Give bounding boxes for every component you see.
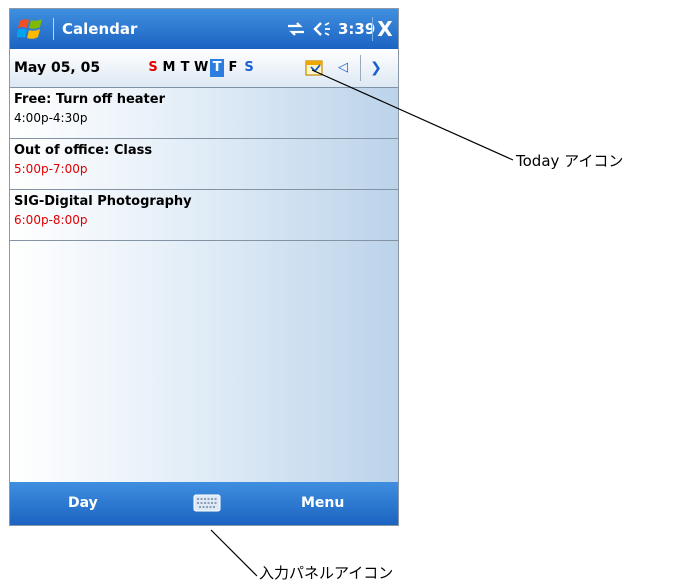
weekday-tuesday[interactable]: T bbox=[178, 59, 192, 77]
nav-divider bbox=[360, 55, 361, 81]
date-bar: May 05, 05 S M T W T F S ◁ ❯ bbox=[10, 49, 398, 88]
appointment-title: Free: Turn off heater bbox=[14, 92, 165, 107]
title-bar: Calendar 3:39 X bbox=[10, 9, 398, 49]
weekday-saturday[interactable]: S bbox=[242, 59, 256, 77]
weekday-sunday[interactable]: S bbox=[146, 59, 160, 77]
close-button[interactable]: X bbox=[372, 17, 397, 41]
pocket-pc-screen: Calendar 3:39 X May 05, 05 S M T W T F S bbox=[9, 8, 399, 526]
menu-softkey[interactable]: Menu bbox=[301, 482, 344, 525]
app-title: Calendar bbox=[62, 20, 138, 38]
menu-bar: Day Menu bbox=[10, 482, 398, 525]
clock[interactable]: 3:39 bbox=[338, 20, 375, 38]
previous-week-icon[interactable]: ◁ bbox=[335, 58, 351, 78]
keyboard-icon[interactable] bbox=[193, 494, 221, 512]
input-panel-icon-callout: 入力パネルアイコン bbox=[259, 564, 394, 582]
windows-flag-icon bbox=[17, 19, 42, 39]
next-week-icon[interactable]: ❯ bbox=[368, 58, 384, 78]
weekday-friday[interactable]: F bbox=[226, 59, 240, 77]
start-menu-button[interactable] bbox=[10, 9, 52, 49]
appointment-item[interactable]: SIG-Digital Photography 6:00p-8:00p bbox=[10, 190, 398, 241]
appointment-time: 4:00p-4:30p bbox=[14, 111, 88, 125]
weekday-monday[interactable]: M bbox=[162, 59, 176, 77]
weekday-wednesday[interactable]: W bbox=[194, 59, 208, 77]
appointment-time: 5:00p-7:00p bbox=[14, 162, 88, 176]
title-divider bbox=[53, 18, 54, 40]
today-icon-callout: Today アイコン bbox=[516, 152, 624, 170]
appointment-title: SIG-Digital Photography bbox=[14, 194, 192, 209]
appointment-time: 6:00p-8:00p bbox=[14, 213, 88, 227]
current-date[interactable]: May 05, 05 bbox=[14, 49, 100, 87]
day-softkey[interactable]: Day bbox=[68, 482, 98, 525]
weekday-thursday-selected[interactable]: T bbox=[210, 59, 224, 77]
today-icon[interactable] bbox=[305, 59, 325, 77]
week-day-selector: S M T W T F S bbox=[146, 59, 258, 77]
volume-icon[interactable] bbox=[312, 20, 332, 38]
agenda-list: Free: Turn off heater 4:00p-4:30p Out of… bbox=[10, 88, 398, 482]
appointment-title: Out of office: Class bbox=[14, 143, 153, 158]
input-panel-callout-line bbox=[210, 529, 258, 577]
status-area: 3:39 bbox=[286, 9, 375, 49]
appointment-item[interactable]: Out of office: Class 5:00p-7:00p bbox=[10, 139, 398, 190]
appointment-item[interactable]: Free: Turn off heater 4:00p-4:30p bbox=[10, 88, 398, 139]
connectivity-icon[interactable] bbox=[286, 20, 306, 38]
